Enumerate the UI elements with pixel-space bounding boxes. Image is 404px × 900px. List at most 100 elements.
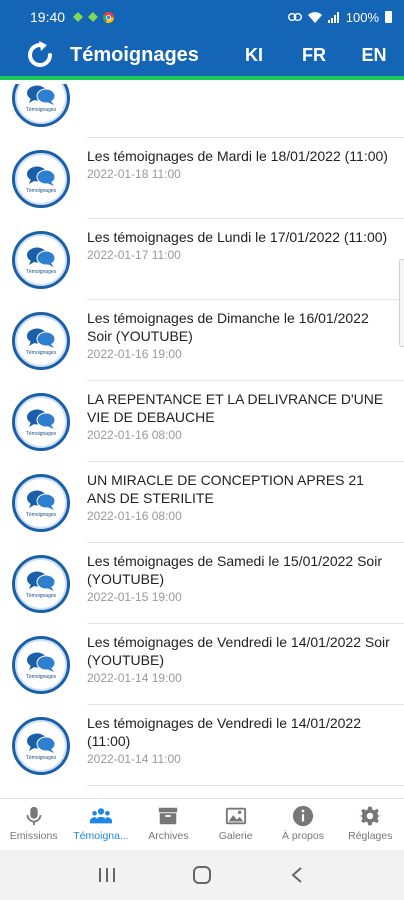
item-title: Les témoignages de Vendredi le 14/01/202…: [87, 634, 390, 668]
recents-button[interactable]: [92, 860, 122, 890]
item-text: LA REPENTANCE ET LA DELIVRANCE D'UNE VIE…: [87, 390, 394, 442]
item-title: LA REPENTANCE ET LA DELIVRANCE D'UNE VIE…: [87, 391, 384, 425]
bottom-navigation: Emissions Témoigna... Archives Galerie À…: [0, 798, 404, 850]
list-item[interactable]: Témoignages Les témoignages de Samedi le …: [0, 543, 404, 624]
item-date: 2022-01-16 19:00: [87, 347, 182, 361]
testimony-logo: Témoignages: [12, 555, 70, 613]
testimony-logo: Témoignages: [12, 231, 70, 289]
list-item[interactable]: Témoignages Les témoignages de Mardi le 1…: [0, 138, 404, 219]
home-icon: [192, 866, 211, 884]
chat-bubbles-icon: [27, 166, 56, 186]
list-item[interactable]: Témoignages Les témoignages de Vendredi l…: [0, 705, 404, 786]
testimony-logo: Témoignages: [12, 84, 70, 127]
item-title: Les témoignages de Dimanche le 16/01/202…: [87, 310, 369, 344]
logo-caption: Témoignages: [25, 673, 57, 680]
chat-bubbles-icon: [27, 328, 56, 348]
item-text: Les témoignages de Mardi le 18/01/2022 (…: [87, 147, 394, 181]
back-button[interactable]: [282, 860, 312, 890]
logo-caption: Témoignages: [25, 592, 57, 599]
item-date: 2022-01-16 08:00: [87, 509, 182, 523]
list-item[interactable]: Témoignages Les témoignages de Dimanche l…: [0, 300, 404, 381]
item-date: 2022-01-14 19:00: [87, 671, 182, 685]
logo-caption: Témoignages: [25, 754, 57, 761]
lang-en-button[interactable]: EN: [344, 45, 404, 66]
nav-label: À propos: [281, 830, 324, 842]
archive-icon: [159, 807, 178, 825]
logo-caption: Témoignages: [25, 349, 57, 356]
chat-bubbles-icon: [27, 85, 56, 105]
nav-label: Réglages: [348, 830, 393, 842]
nav-galerie[interactable]: Galerie: [202, 799, 269, 850]
list-item[interactable]: Témoignages2022-01-19 11:00: [0, 84, 404, 138]
item-text: Les témoignages de Vendredi le 14/01/202…: [87, 633, 394, 685]
chat-bubbles-icon: [27, 652, 56, 672]
app-notification-icon: [73, 12, 84, 22]
item-text: Les témoignages de Lundi le 17/01/2022 (…: [87, 228, 394, 262]
testimony-list-inner: Témoignages2022-01-19 11:00TémoignagesLe…: [0, 84, 404, 798]
screen: 19:40 100% Témoignages KI FR EN Témoigna…: [0, 0, 404, 900]
logo-caption: Témoignages: [25, 106, 57, 113]
chat-bubbles-icon: [27, 733, 56, 753]
testimony-logo: Témoignages: [12, 717, 70, 775]
battery-percent: 100%: [345, 9, 379, 25]
list-item[interactable]: Témoignages LA REPENTANCE ET LA DELIVRANC…: [0, 381, 404, 462]
logo-caption: Témoignages: [25, 430, 57, 437]
page-title: Témoignages: [70, 43, 199, 66]
item-text: UN MIRACLE DE CONCEPTION APRES 21 ANS DE…: [87, 471, 394, 523]
info-icon: [292, 805, 314, 827]
nav-archives[interactable]: Archives: [135, 799, 202, 850]
testimony-logo: Témoignages: [12, 474, 70, 532]
item-text: Les témoignages de Dimanche le 16/01/202…: [87, 309, 394, 361]
home-button[interactable]: [187, 860, 217, 890]
testimony-logo: Témoignages: [12, 150, 70, 208]
chat-bubbles-icon: [27, 490, 56, 510]
chrome-notification-icon: [103, 11, 115, 23]
item-title: Les témoignages de Samedi le 15/01/2022 …: [87, 553, 382, 587]
item-date: 2022-01-15 19:00: [87, 590, 182, 604]
signal-icon: [327, 11, 339, 23]
nav-temoignages[interactable]: Témoigna...: [67, 799, 134, 850]
nav-label: Emissions: [9, 830, 58, 842]
back-icon: [291, 867, 302, 883]
logo-caption: Témoignages: [25, 187, 57, 194]
nav-label: Témoigna...: [73, 830, 129, 842]
wifi-icon: [307, 11, 322, 23]
nav-emissions[interactable]: Emissions: [0, 799, 67, 850]
nav-reglages[interactable]: Réglages: [337, 799, 404, 850]
chat-bubbles-icon: [27, 409, 56, 429]
item-title: Les témoignages de Vendredi le 14/01/202…: [87, 715, 361, 749]
app-bar: Témoignages KI FR EN: [0, 34, 404, 80]
item-title: Les témoignages de Mardi le 18/01/2022 (…: [87, 148, 388, 164]
item-text: Les témoignages de Vendredi le 14/01/202…: [87, 714, 394, 766]
battery-icon: [385, 11, 392, 23]
chat-bubbles-icon: [27, 571, 56, 591]
testimony-list[interactable]: Témoignages2022-01-19 11:00TémoignagesLe…: [0, 84, 404, 798]
list-item[interactable]: TémoignagesLes témoignages de Jeudi le 1…: [0, 786, 404, 798]
people-icon: [89, 808, 112, 824]
list-item[interactable]: Témoignages Les témoignages de Lundi le 1…: [0, 219, 404, 300]
logo-caption: Témoignages: [25, 268, 57, 275]
list-item[interactable]: Témoignages UN MIRACLE DE CONCEPTION APRE…: [0, 462, 404, 543]
recents-icon: [99, 868, 116, 882]
scrollbar-handle[interactable]: [399, 259, 404, 347]
refresh-button[interactable]: [16, 34, 64, 76]
chat-bubbles-icon: [27, 247, 56, 267]
nav-a-propos[interactable]: À propos: [269, 799, 336, 850]
item-date: 2022-01-16 08:00: [87, 428, 182, 442]
gear-icon: [359, 806, 382, 826]
nav-label: Archives: [148, 830, 189, 842]
testimony-logo: Témoignages: [12, 393, 70, 451]
microphone-icon: [26, 806, 41, 826]
image-icon: [225, 807, 246, 825]
item-date: 2022-01-18 11:00: [87, 167, 181, 181]
lang-ki-button[interactable]: KI: [224, 45, 284, 66]
item-date: 2022-01-17 11:00: [87, 248, 181, 262]
logo-caption: Témoignages: [25, 511, 57, 518]
status-time: 19:40: [30, 9, 66, 25]
lang-fr-button[interactable]: FR: [284, 45, 344, 66]
item-text: Les témoignages de Samedi le 15/01/2022 …: [87, 552, 394, 604]
list-item[interactable]: Témoignages Les témoignages de Vendredi l…: [0, 624, 404, 705]
item-title: Les témoignages de Lundi le 17/01/2022 (…: [87, 229, 388, 245]
nav-label: Galerie: [218, 830, 253, 842]
item-date: 2022-01-14 11:00: [87, 752, 181, 766]
